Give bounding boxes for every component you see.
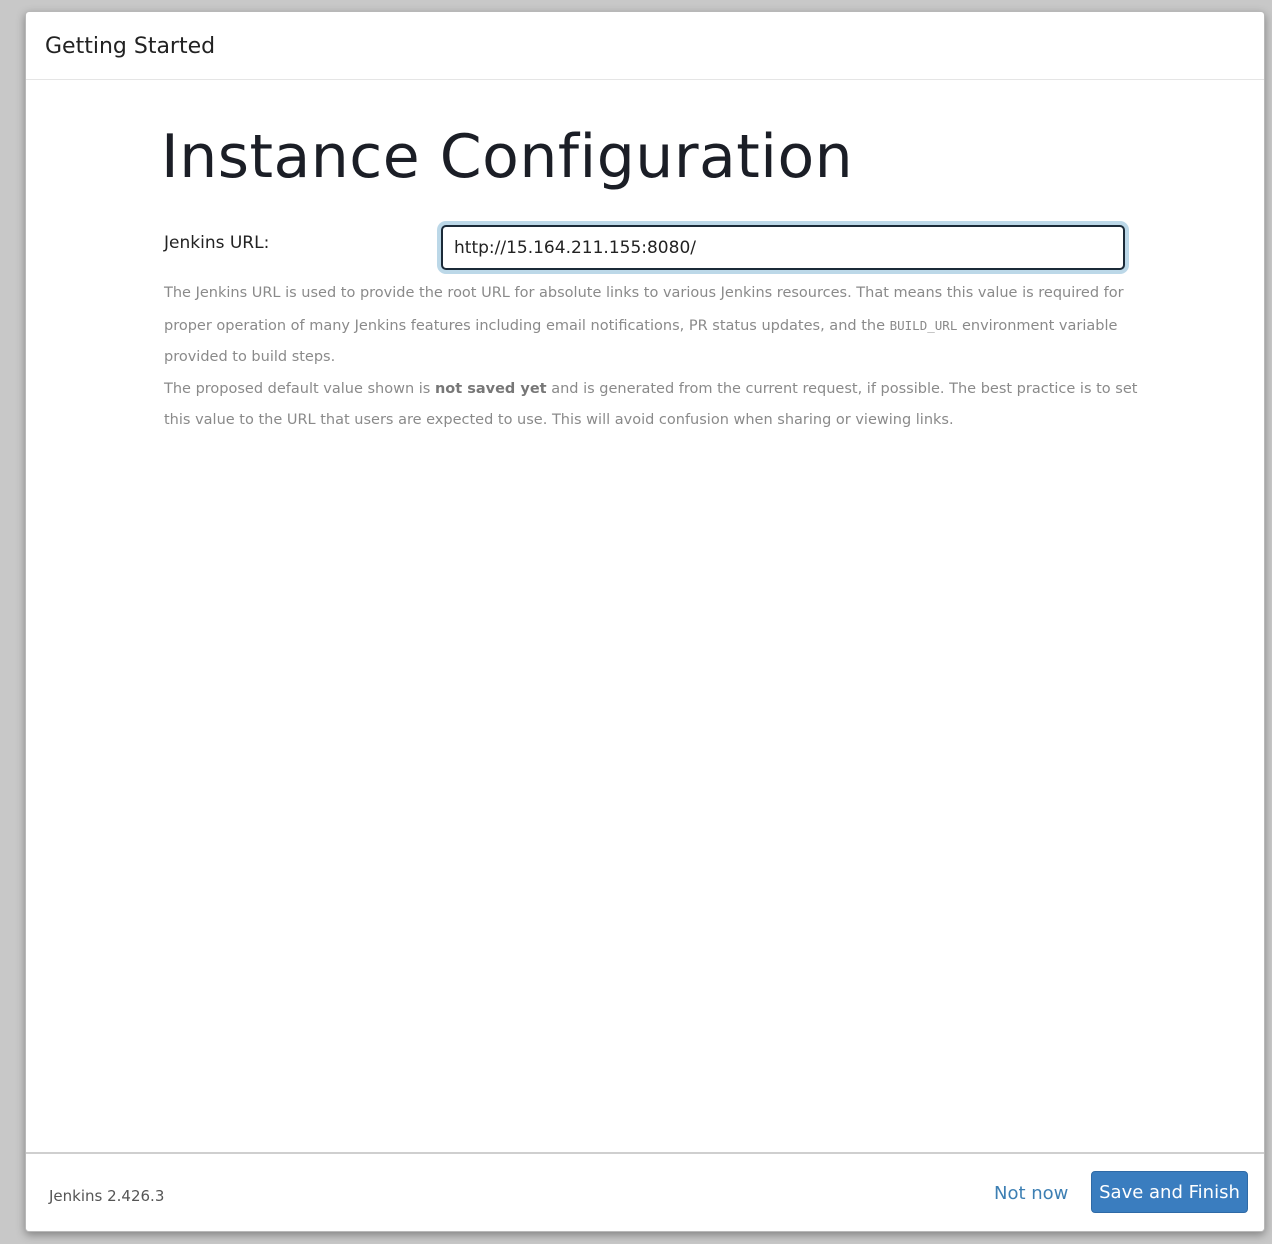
page-title: Instance Configuration bbox=[161, 122, 854, 192]
dialog-header: Getting Started bbox=[26, 12, 1264, 80]
setup-wizard-dialog: Getting Started Instance Configuration J… bbox=[25, 11, 1265, 1232]
build-url-code: BUILD_URL bbox=[889, 317, 958, 333]
save-and-finish-button[interactable]: Save and Finish bbox=[1091, 1171, 1248, 1213]
jenkins-url-input[interactable] bbox=[441, 225, 1125, 270]
help-text: The proposed default value shown is bbox=[164, 380, 435, 397]
dialog-title: Getting Started bbox=[45, 34, 216, 59]
not-saved-emphasis: not saved yet bbox=[434, 380, 547, 397]
not-now-button[interactable]: Not now bbox=[994, 1181, 1068, 1207]
jenkins-url-help: The Jenkins URL is used to provide the r… bbox=[164, 278, 1139, 437]
dialog-footer: Jenkins 2.426.3 Not now Save and Finish bbox=[26, 1152, 1264, 1231]
jenkins-url-label: Jenkins URL: bbox=[164, 233, 270, 253]
help-paragraph-2: The proposed default value shown is not … bbox=[164, 374, 1139, 437]
help-paragraph-1: The Jenkins URL is used to provide the r… bbox=[164, 278, 1139, 374]
jenkins-version: Jenkins 2.426.3 bbox=[49, 1187, 165, 1205]
